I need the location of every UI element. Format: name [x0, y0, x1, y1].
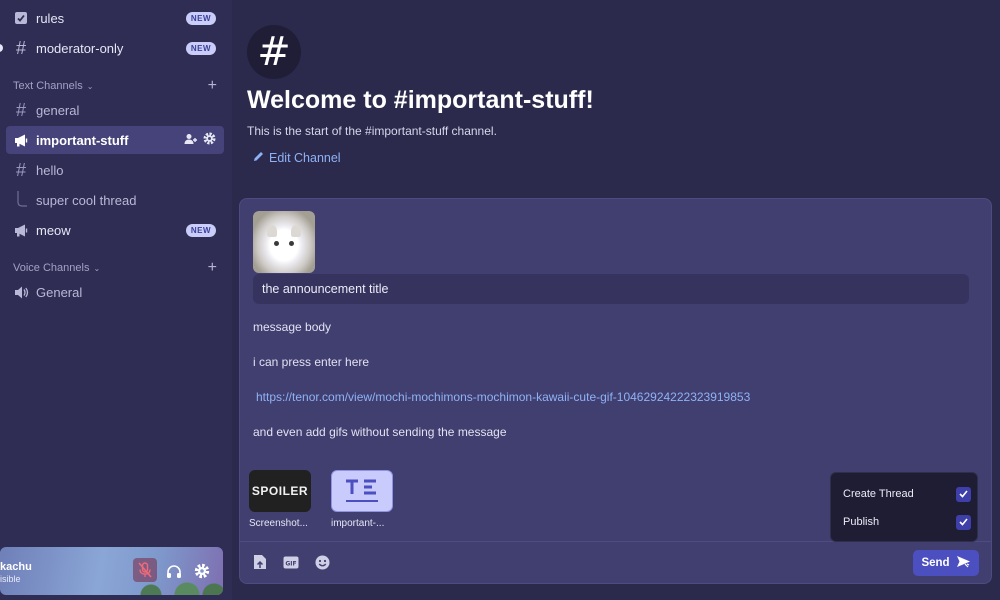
category-label: Voice Channels: [13, 262, 90, 274]
text-file-icon[interactable]: [331, 470, 393, 512]
publish-options-popup: Create Thread Publish: [830, 472, 978, 542]
channel-label: general: [36, 102, 80, 118]
new-badge: NEW: [185, 223, 216, 237]
sidebar-item-important-stuff[interactable]: important-stuff: [6, 126, 224, 154]
sidebar-item-voice-general[interactable]: General: [6, 278, 224, 306]
announcement-megaphone-icon: [6, 224, 36, 237]
channel-hash-icon: #: [247, 25, 301, 79]
add-channel-plus-icon[interactable]: +: [208, 78, 217, 94]
user-settings-gear-icon[interactable]: [192, 561, 212, 581]
channel-sidebar: rules NEW # moderator-only NEW Text Chan…: [0, 0, 232, 600]
emoji-picker-icon[interactable]: [313, 553, 331, 571]
option-label: Publish: [843, 516, 880, 528]
announcement-title-input[interactable]: the announcement title: [253, 274, 969, 304]
sidebar-item-rules[interactable]: rules NEW: [6, 4, 224, 32]
spoiler-cover[interactable]: SPOILER: [249, 470, 311, 512]
gif-picker-icon[interactable]: GIF: [282, 553, 300, 571]
send-plane-icon: [956, 555, 971, 571]
publish-option[interactable]: Publish: [843, 514, 971, 530]
gif-link[interactable]: https://tenor.com/view/mochi-mochimons-m…: [256, 390, 750, 404]
gif-thumbnail[interactable]: [253, 211, 315, 273]
pencil-icon: [253, 151, 264, 165]
user-panel[interactable]: kachu isible: [0, 547, 223, 595]
thread-branch-icon: [6, 191, 36, 209]
checkbox-checked-icon[interactable]: [956, 486, 971, 502]
cat-ear: [267, 225, 277, 237]
hash-icon: #: [15, 99, 26, 120]
cat-eye: [274, 241, 279, 246]
microphone-muted-icon: [138, 562, 152, 578]
upload-file-icon[interactable]: [251, 553, 269, 571]
speaker-icon: [6, 286, 36, 299]
cat-ear: [291, 225, 301, 237]
sidebar-item-meow[interactable]: meow NEW: [6, 216, 224, 244]
user-status: isible: [0, 574, 21, 584]
channel-label: important-stuff: [36, 132, 129, 148]
edit-channel-label: Edit Channel: [269, 151, 341, 165]
username[interactable]: kachu: [0, 561, 32, 573]
chevron-down-icon: ⌄: [86, 81, 94, 91]
channel-label: rules: [36, 10, 65, 26]
create-thread-option[interactable]: Create Thread: [843, 486, 971, 502]
add-channel-plus-icon[interactable]: +: [208, 260, 217, 276]
channel-label: General: [36, 284, 83, 300]
channel-label: meow: [36, 222, 71, 238]
chevron-down-icon: ⌄: [93, 263, 101, 273]
sidebar-item-hello[interactable]: # hello: [6, 156, 224, 184]
hash-icon: #: [15, 37, 26, 58]
edit-channel-link[interactable]: Edit Channel: [253, 151, 341, 165]
sidebar-item-moderator-only[interactable]: # moderator-only NEW: [6, 34, 224, 62]
svg-text:GIF: GIF: [285, 560, 296, 567]
invite-user-icon[interactable]: [184, 133, 197, 148]
channel-label: moderator-only: [36, 40, 124, 56]
rules-checkbox-icon: [6, 11, 36, 25]
headphones-icon[interactable]: [164, 561, 184, 581]
new-badge: NEW: [185, 11, 216, 25]
sidebar-item-super-cool-thread[interactable]: super cool thread: [6, 186, 224, 214]
announcement-megaphone-icon: [6, 134, 36, 147]
gear-icon[interactable]: [203, 132, 216, 148]
message-body-line[interactable]: and even add gifs without sending the me…: [253, 425, 507, 439]
cat-eye: [289, 241, 294, 246]
category-text-channels[interactable]: Text Channels ⌄ +: [13, 78, 217, 94]
message-body-line[interactable]: message body: [253, 320, 331, 334]
unread-indicator: [0, 44, 3, 52]
checkbox-checked-icon[interactable]: [956, 514, 971, 530]
mute-microphone-button[interactable]: [133, 558, 157, 582]
option-label: Create Thread: [843, 488, 914, 500]
attachment-filename: Screenshot...: [249, 518, 308, 529]
sidebar-item-general[interactable]: # general: [6, 96, 224, 124]
message-body-line[interactable]: i can press enter here: [253, 355, 369, 369]
category-voice-channels[interactable]: Voice Channels ⌄ +: [13, 260, 217, 276]
new-badge: NEW: [185, 41, 216, 55]
send-button[interactable]: Send: [913, 550, 979, 576]
send-label: Send: [921, 557, 950, 569]
attachment-filename: important-...: [331, 518, 385, 529]
welcome-heading: Welcome to #important-stuff!: [247, 86, 594, 114]
channel-label: hello: [36, 162, 64, 178]
channel-start-text: This is the start of the #important-stuf…: [247, 124, 497, 138]
category-label: Text Channels: [13, 80, 83, 92]
hash-icon: #: [15, 159, 26, 180]
attachment-screenshot[interactable]: SPOILER Screenshot...: [249, 470, 311, 529]
channel-label: super cool thread: [36, 192, 137, 208]
attachment-important[interactable]: important-...: [331, 470, 393, 529]
